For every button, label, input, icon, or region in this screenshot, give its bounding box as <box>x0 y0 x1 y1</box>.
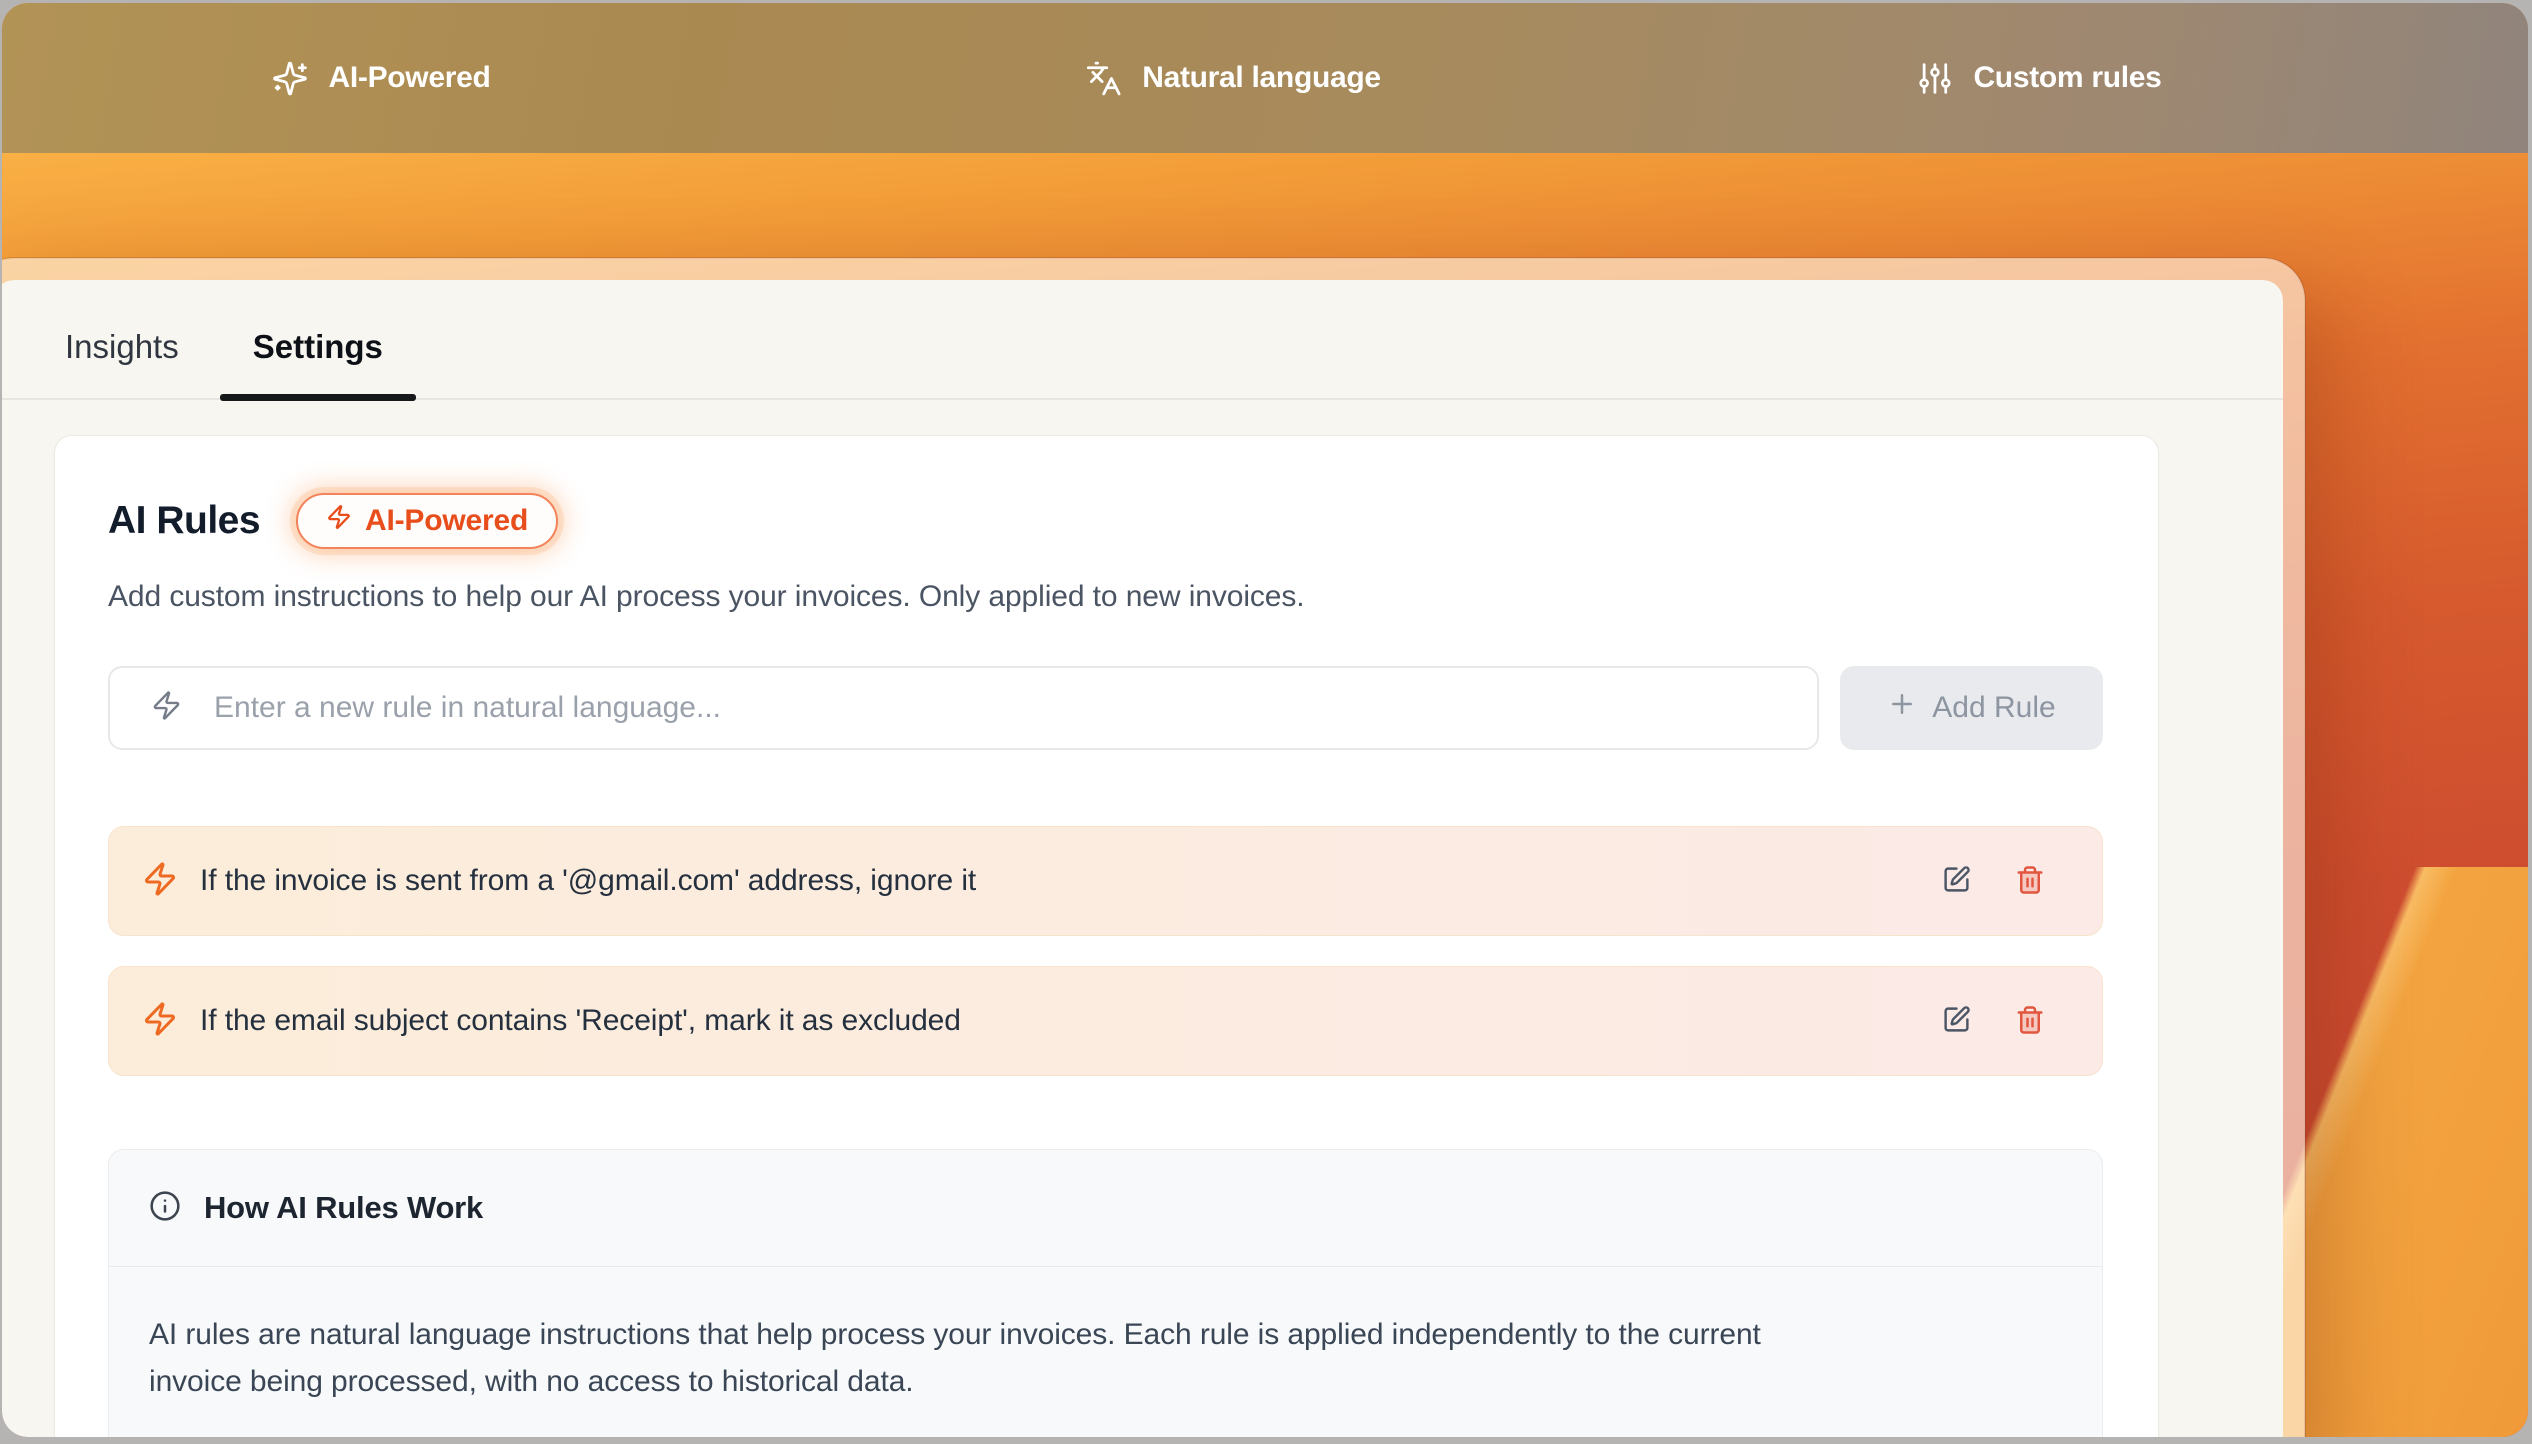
info-body-line: invoice being processed, with no access … <box>149 1358 2062 1405</box>
info-icon <box>149 1190 181 1227</box>
tab-insights[interactable]: Insights <box>32 280 212 400</box>
screenshot-root: AI-Powered Natural language <box>0 0 2532 1444</box>
app-window: Insights Settings AI Rules AI-Powered <box>2 258 2305 1437</box>
info-header: How AI Rules Work <box>109 1150 2102 1267</box>
new-rule-input[interactable] <box>212 668 1817 748</box>
zap-icon <box>142 1001 178 1042</box>
ai-rules-card: AI Rules AI-Powered Add custom instructi… <box>54 435 2159 1437</box>
delete-rule-button[interactable] <box>2015 1005 2045 1038</box>
info-body: AI rules are natural language instructio… <box>109 1267 2102 1437</box>
tab-settings[interactable]: Settings <box>220 280 416 400</box>
screen: AI-Powered Natural language <box>2 3 2528 1437</box>
tab-bar: Insights Settings <box>2 280 2283 400</box>
edit-rule-button[interactable] <box>1942 865 1971 897</box>
zap-icon <box>151 690 182 726</box>
rule-input-container <box>108 666 1819 750</box>
rule-item: If the email subject contains 'Receipt',… <box>108 966 2103 1076</box>
feature-label: Natural language <box>1142 61 1381 95</box>
feature-custom-rules: Custom rules <box>1916 3 2161 153</box>
zap-icon <box>326 504 352 538</box>
rule-text: If the email subject contains 'Receipt',… <box>200 1004 1942 1038</box>
info-title: How AI Rules Work <box>204 1190 483 1226</box>
plus-icon <box>1887 689 1917 727</box>
card-header: AI Rules AI-Powered <box>108 493 2103 549</box>
feature-label: AI-Powered <box>328 61 490 95</box>
rule-text: If the invoice is sent from a '@gmail.co… <box>200 864 1942 898</box>
trash-icon <box>2015 865 2045 898</box>
feature-natural-language: Natural language <box>1085 3 1381 153</box>
delete-rule-button[interactable] <box>2015 865 2045 898</box>
feature-ai-powered: AI-Powered <box>271 3 490 153</box>
add-rule-label: Add Rule <box>1932 691 2055 725</box>
badge-label: AI-Powered <box>365 504 528 538</box>
zap-icon <box>142 861 178 902</box>
add-rule-button[interactable]: Add Rule <box>1840 666 2103 750</box>
ai-powered-badge: AI-Powered <box>296 493 558 549</box>
how-ai-rules-work-box: How AI Rules Work AI rules are natural l… <box>108 1149 2103 1437</box>
rule-input-row: Add Rule <box>108 666 2103 750</box>
rule-item: If the invoice is sent from a '@gmail.co… <box>108 826 2103 936</box>
rules-list: If the invoice is sent from a '@gmail.co… <box>108 826 2103 1076</box>
trash-icon <box>2015 1005 2045 1038</box>
sliders-icon <box>1916 60 1953 97</box>
edit-icon <box>1942 1005 1971 1037</box>
sparkles-icon <box>271 60 308 97</box>
feature-banner: AI-Powered Natural language <box>2 3 2528 153</box>
edit-icon <box>1942 865 1971 897</box>
edit-rule-button[interactable] <box>1942 1005 1971 1037</box>
feature-label: Custom rules <box>1973 61 2161 95</box>
page-title: AI Rules <box>108 499 260 543</box>
info-body-line: AI rules are natural language instructio… <box>149 1311 2062 1358</box>
languages-icon <box>1085 60 1122 97</box>
description: Add custom instructions to help our AI p… <box>108 580 2103 614</box>
